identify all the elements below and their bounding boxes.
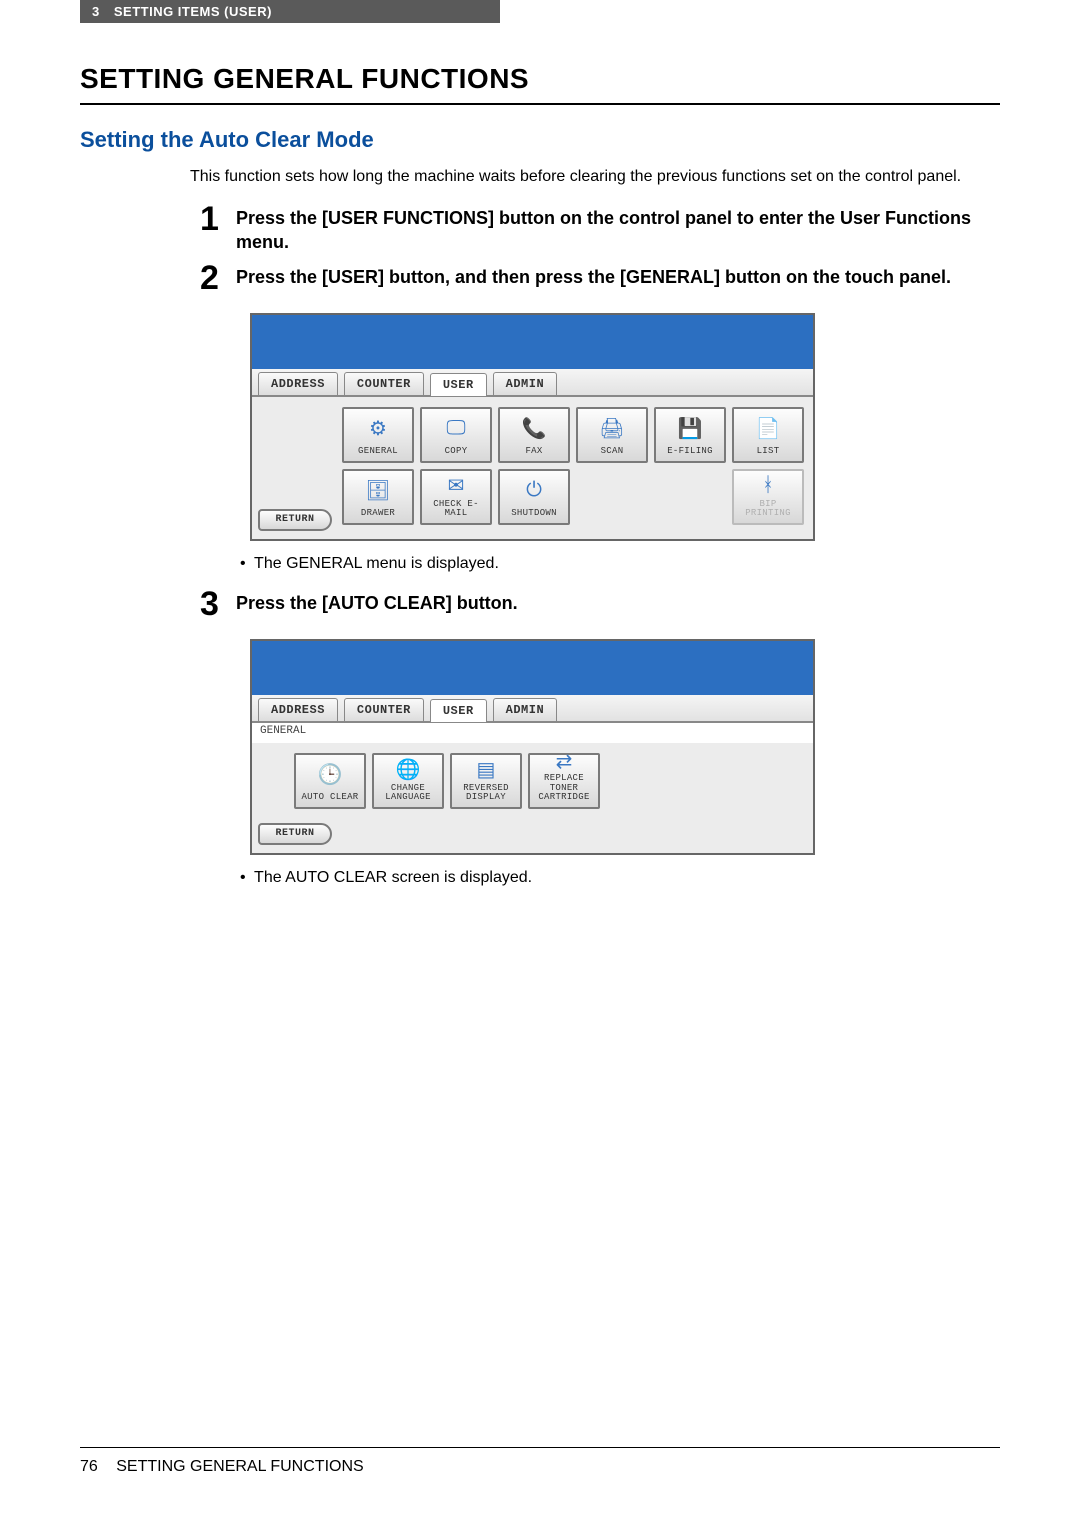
chapter-header: 3 SETTING ITEMS (USER) (80, 0, 500, 23)
replace-toner-button[interactable]: ⇄ REPLACE TONER CARTRIDGE (528, 753, 600, 809)
button-label: DRAWER (361, 509, 395, 518)
efiling-button[interactable]: 💾 E-FILING (654, 407, 726, 463)
change-language-button[interactable]: 🌐 CHANGE LANGUAGE (372, 753, 444, 809)
step-2: 2 Press the [USER] button, and then pres… (200, 261, 1000, 295)
tab-bar: ADDRESS COUNTER USER ADMIN (252, 695, 813, 723)
bip-printing-button: ᚼ BIP PRINTING (732, 469, 804, 525)
page-number: 76 (80, 1458, 98, 1475)
tab-counter[interactable]: COUNTER (344, 372, 424, 395)
list-button[interactable]: 📄 LIST (732, 407, 804, 463)
shutdown-button[interactable]: ⏻ SHUTDOWN (498, 469, 570, 525)
globe-icon: 🌐 (396, 755, 421, 784)
step-text: Press the [AUTO CLEAR] button. (236, 587, 518, 615)
button-label: REVERSED DISPLAY (463, 784, 509, 803)
button-label: SHUTDOWN (511, 509, 557, 518)
reversed-icon: ▤ (477, 755, 496, 784)
return-button[interactable]: RETURN (258, 823, 332, 845)
drawer-icon: 🗄 (365, 471, 390, 510)
screenshot-body: 🕒 AUTO CLEAR 🌐 CHANGE LANGUAGE ▤ REVERSE… (252, 743, 813, 853)
screenshot-titlebar (252, 315, 813, 369)
button-label: REPLACE TONER CARTRIDGE (538, 774, 589, 802)
breadcrumb: GENERAL (252, 723, 813, 743)
toner-icon: ⇄ (556, 749, 573, 774)
general-icon: ⚙ (369, 409, 387, 448)
button-label: CHANGE LANGUAGE (385, 784, 431, 803)
button-label: BIP PRINTING (734, 500, 802, 519)
general-button[interactable]: ⚙ GENERAL (342, 407, 414, 463)
email-icon: ✉ (448, 471, 465, 500)
page-footer: 76 SETTING GENERAL FUNCTIONS (80, 1447, 1000, 1476)
button-label: E-FILING (667, 447, 713, 456)
footer-title: SETTING GENERAL FUNCTIONS (116, 1458, 363, 1475)
tab-admin[interactable]: ADMIN (493, 372, 558, 395)
screenshot-general-menu: ADDRESS COUNTER USER ADMIN GENERAL 🕒 AUT… (250, 639, 815, 855)
check-email-button[interactable]: ✉ CHECK E-MAIL (420, 469, 492, 525)
efiling-icon: 💾 (678, 409, 703, 448)
button-label: LIST (757, 447, 780, 456)
auto-clear-icon: 🕒 (318, 755, 343, 794)
chapter-title: SETTING ITEMS (USER) (114, 4, 272, 19)
tab-address[interactable]: ADDRESS (258, 698, 338, 721)
drawer-button[interactable]: 🗄 DRAWER (342, 469, 414, 525)
copy-button[interactable]: 🖵 COPY (420, 407, 492, 463)
button-label: COPY (445, 447, 468, 456)
scan-icon: 🖨 (599, 409, 624, 448)
step-text: Press the [USER] button, and then press … (236, 261, 951, 289)
page-title: SETTING GENERAL FUNCTIONS (80, 63, 1000, 105)
tab-counter[interactable]: COUNTER (344, 698, 424, 721)
tab-user[interactable]: USER (430, 373, 487, 396)
button-label: AUTO CLEAR (301, 793, 358, 802)
bluetooth-icon: ᚼ (762, 471, 774, 500)
tab-user[interactable]: USER (430, 699, 487, 722)
reversed-display-button[interactable]: ▤ REVERSED DISPLAY (450, 753, 522, 809)
tab-admin[interactable]: ADMIN (493, 698, 558, 721)
fax-icon: 📞 (522, 409, 547, 448)
list-icon: 📄 (756, 409, 781, 448)
tab-bar: ADDRESS COUNTER USER ADMIN (252, 369, 813, 397)
step-3: 3 Press the [AUTO CLEAR] button. (200, 587, 1000, 621)
step-text: Press the [USER FUNCTIONS] button on the… (236, 202, 1000, 255)
fax-button[interactable]: 📞 FAX (498, 407, 570, 463)
screenshot-titlebar (252, 641, 813, 695)
button-label: GENERAL (358, 447, 398, 456)
intro-text: This function sets how long the machine … (190, 165, 1000, 188)
return-button[interactable]: RETURN (258, 509, 332, 531)
step-number: 2 (200, 261, 236, 295)
result-note: The GENERAL menu is displayed. (240, 555, 1000, 573)
screenshot-body: ⚙ GENERAL 🖵 COPY 📞 FAX 🖨 SCAN 💾 E- (252, 397, 813, 539)
power-icon: ⏻ (526, 471, 542, 510)
button-label: FAX (525, 447, 542, 456)
step-number: 1 (200, 202, 236, 236)
copy-icon: 🖵 (446, 409, 465, 448)
screenshot-user-menu: ADDRESS COUNTER USER ADMIN ⚙ GENERAL 🖵 C… (250, 313, 815, 541)
scan-button[interactable]: 🖨 SCAN (576, 407, 648, 463)
button-label: SCAN (601, 447, 624, 456)
tab-address[interactable]: ADDRESS (258, 372, 338, 395)
result-note: The AUTO CLEAR screen is displayed. (240, 869, 1000, 887)
step-1: 1 Press the [USER FUNCTIONS] button on t… (200, 202, 1000, 255)
chapter-number: 3 (92, 4, 100, 19)
button-label: CHECK E-MAIL (422, 500, 490, 519)
section-title: Setting the Auto Clear Mode (80, 127, 1000, 153)
auto-clear-button[interactable]: 🕒 AUTO CLEAR (294, 753, 366, 809)
step-number: 3 (200, 587, 236, 621)
